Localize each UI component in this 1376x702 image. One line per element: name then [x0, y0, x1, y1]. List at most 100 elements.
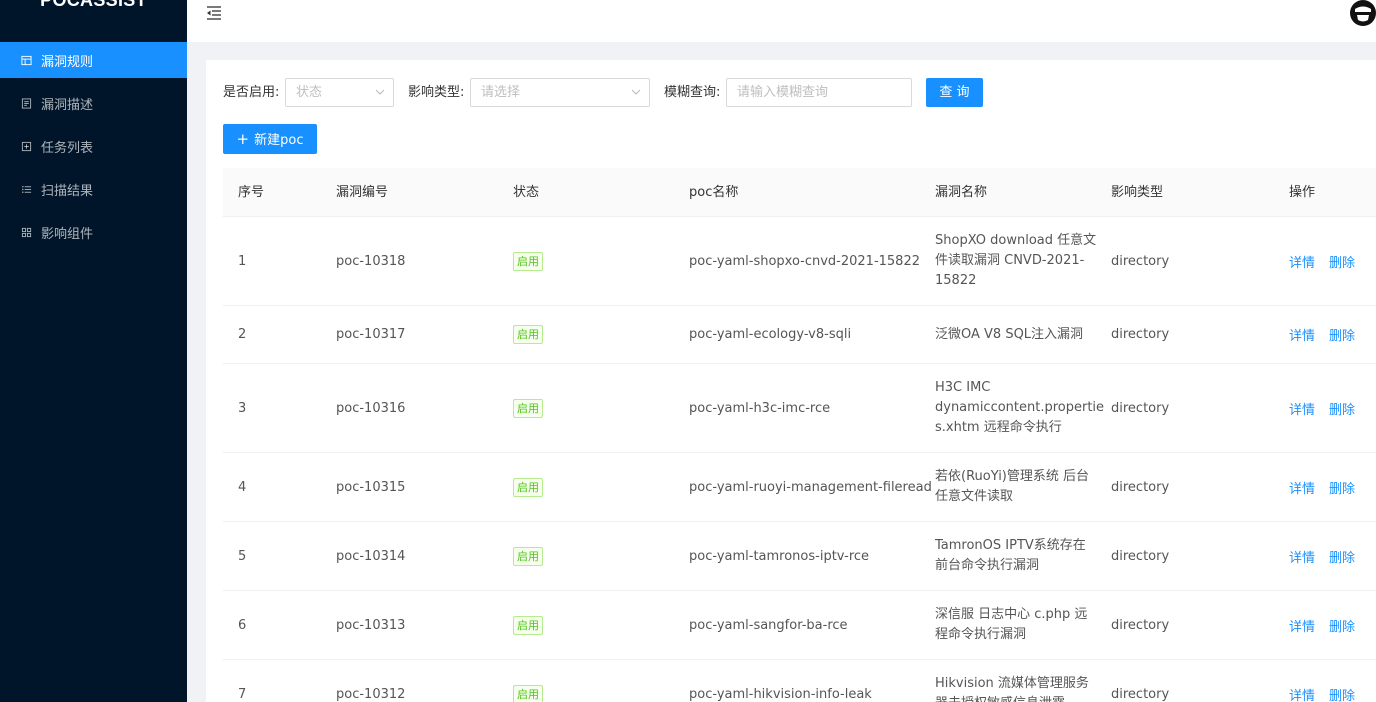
table-row: 5 poc-10314 启用 poc-yaml-tamronos-iptv-rce Ta…: [223, 522, 1376, 591]
col-index: 序号: [238, 185, 265, 200]
cell-type: directory: [1111, 479, 1170, 495]
new-poc-button[interactable]: + 新建poc: [223, 124, 317, 154]
status-select[interactable]: 状态: [285, 78, 394, 107]
sidebar-item-scan-results[interactable]: 扫描结果: [0, 171, 187, 207]
avatar[interactable]: [1349, 0, 1376, 28]
vuln-name-line: s.xhtm 远程命令执行: [935, 420, 1062, 435]
detail-link[interactable]: 详情: [1289, 547, 1315, 566]
cell-poc-name: poc-yaml-ecology-v8-sqli: [689, 327, 852, 342]
status-badge: 启用: [513, 251, 543, 271]
vuln-name-line: 深信服 日志中心 c.php 远: [935, 607, 1088, 622]
sidebar-item-vuln-desc[interactable]: 漏洞描述: [0, 85, 187, 121]
delete-link[interactable]: 删除: [1329, 685, 1355, 702]
detail-link[interactable]: 详情: [1289, 478, 1315, 497]
delete-link[interactable]: 删除: [1329, 547, 1355, 566]
cell-vuln-id: poc-10312: [336, 686, 406, 702]
cell-type: directory: [1111, 686, 1170, 702]
cell-status: 启用: [513, 660, 543, 702]
vuln-name-line: 任意文件读取: [935, 489, 1014, 504]
sidebar-item-label: 漏洞描述: [41, 97, 94, 113]
filter-bar: 是否启用: 状态 影响类型: 请选择 模糊查询: 请输入模糊查询 查 询: [223, 78, 1373, 107]
document-icon: [20, 97, 32, 109]
status-select-placeholder: 状态: [296, 85, 323, 100]
table-row: 4 poc-10315 启用 poc-yaml-ruoyi-management-fi…: [223, 453, 1376, 522]
cell-type: directory: [1111, 253, 1170, 269]
cell-actions: 详情 删除: [1289, 217, 1369, 305]
detail-link[interactable]: 详情: [1289, 685, 1315, 702]
status-badge: 启用: [513, 684, 543, 702]
delete-link[interactable]: 删除: [1329, 252, 1355, 271]
cell-actions: 详情 删除: [1289, 453, 1369, 521]
vuln-name-line: Hikvision 流媒体管理服务: [935, 676, 1089, 691]
chevron-down-icon: [375, 89, 385, 95]
table-row: 6 poc-10313 启用 poc-yaml-sangfor-ba-rce 深信服 日…: [223, 591, 1376, 660]
sidebar: POCASSIST 漏洞规则 漏洞描述 任务列表 扫描结果 影响组件: [0, 0, 187, 702]
sidebar-item-components[interactable]: 影响组件: [0, 214, 187, 250]
sidebar-item-task-list[interactable]: 任务列表: [0, 128, 187, 164]
cell-vuln-id: poc-10314: [336, 548, 406, 564]
cell-actions: 详情 删除: [1289, 522, 1369, 590]
cell-type: directory: [1111, 548, 1170, 564]
detail-link[interactable]: 详情: [1289, 399, 1315, 418]
cell-vuln-name: ShopXO download 任意文 件读取漏洞 CNVD-2021- 15822: [935, 217, 1096, 305]
table-row: 7 poc-10312 启用 poc-yaml-hikvision-info-leak…: [223, 660, 1376, 702]
col-poc-name: poc名称: [689, 185, 739, 200]
search-label: 模糊查询:: [664, 85, 721, 100]
sidebar-item-label: 任务列表: [41, 140, 94, 156]
delete-link[interactable]: 删除: [1329, 399, 1355, 418]
cell-vuln-id: poc-10316: [336, 400, 406, 416]
detail-link[interactable]: 详情: [1289, 252, 1315, 271]
menu-fold-icon[interactable]: [206, 5, 222, 20]
cell-poc-name: poc-yaml-tamronos-iptv-rce: [689, 548, 870, 564]
query-button[interactable]: 查 询: [926, 78, 983, 107]
vuln-name-line: TamronOS IPTV系统存在: [935, 538, 1086, 553]
vuln-name-line: 前台命令执行漏洞: [935, 558, 1040, 573]
cell-index: 7: [238, 686, 247, 702]
col-vuln-id: 漏洞编号: [336, 185, 389, 200]
cell-vuln-name: 若依(RuoYi)管理系统 后台 任意文件读取: [935, 453, 1089, 521]
cell-type: directory: [1111, 400, 1170, 416]
sidebar-item-vuln-rules[interactable]: 漏洞规则: [0, 42, 187, 78]
type-select[interactable]: 请选择: [470, 78, 650, 107]
delete-link[interactable]: 删除: [1329, 616, 1355, 635]
cell-type: directory: [1111, 617, 1170, 633]
vuln-name-text: 若依(RuoYi)管理系统 后台 任意文件读取: [935, 467, 1089, 507]
vuln-name-line: 程命令执行漏洞: [935, 627, 1027, 642]
status-badge: 启用: [513, 325, 543, 344]
col-status: 状态: [513, 185, 540, 200]
cell-poc-name: poc-yaml-shopxo-cnvd-2021-15822: [689, 253, 920, 269]
cell-actions: 详情 删除: [1289, 306, 1369, 363]
delete-link[interactable]: 删除: [1329, 325, 1355, 344]
cell-type: directory: [1111, 327, 1170, 342]
cell-index: 3: [238, 400, 247, 416]
cell-status: 启用: [513, 217, 543, 305]
enabled-label: 是否启用:: [223, 85, 280, 100]
cell-actions: 详情 删除: [1289, 364, 1369, 452]
col-actions: 操作: [1289, 185, 1316, 200]
cell-index: 6: [238, 617, 247, 633]
type-select-placeholder: 请选择: [481, 85, 521, 100]
vuln-name-line: dynamiccontent.propertie: [935, 400, 1105, 415]
table-row: 3 poc-10316 启用 poc-yaml-h3c-imc-rce H3C IMC d…: [223, 364, 1376, 453]
search-input[interactable]: 请输入模糊查询: [726, 78, 912, 107]
cell-vuln-id: poc-10317: [336, 327, 406, 342]
col-type: 影响类型: [1111, 185, 1164, 200]
vuln-name-line: 若依(RuoYi)管理系统 后台: [935, 469, 1090, 484]
cell-index: 2: [238, 327, 247, 342]
task-icon: [20, 140, 32, 152]
detail-link[interactable]: 详情: [1289, 616, 1315, 635]
cell-actions: 详情 删除: [1289, 591, 1369, 659]
cell-vuln-name: TamronOS IPTV系统存在 前台命令执行漏洞: [935, 522, 1086, 590]
vuln-name-text: TamronOS IPTV系统存在 前台命令执行漏洞: [935, 536, 1086, 576]
sidebar-item-label: 漏洞规则: [41, 54, 94, 70]
status-badge: 启用: [513, 615, 543, 635]
vuln-name-line: H3C IMC: [935, 380, 991, 395]
chevron-down-icon: [631, 89, 641, 95]
cell-actions: 详情 删除: [1289, 660, 1369, 702]
detail-link[interactable]: 详情: [1289, 325, 1315, 344]
cell-vuln-id: poc-10315: [336, 479, 406, 495]
status-badge: 启用: [513, 477, 543, 497]
vuln-name-line: 15822: [935, 273, 977, 288]
vuln-name-text: ShopXO download 任意文 件读取漏洞 CNVD-2021- 15822: [935, 231, 1096, 291]
delete-link[interactable]: 删除: [1329, 478, 1355, 497]
